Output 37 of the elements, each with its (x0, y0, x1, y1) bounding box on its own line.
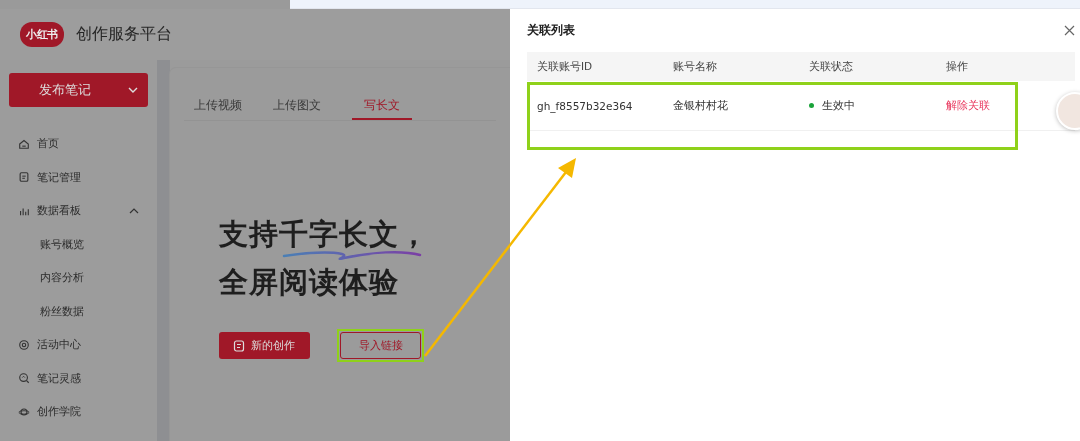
column-header: 操作 (936, 52, 1075, 81)
headline: 支持千字长文， (219, 218, 429, 250)
document-icon (233, 339, 245, 352)
target-icon (18, 338, 30, 351)
publish-button[interactable]: 发布笔记 (9, 73, 148, 107)
app-title: 创作服务平台 (75, 24, 172, 45)
table-cell: 金银村村花 (663, 81, 799, 131)
column-header: 关联账号ID (527, 52, 663, 81)
action-button[interactable]: 导入链接 (340, 332, 421, 359)
close-icon (1064, 25, 1075, 36)
sidebar-subitem[interactable]: 粉丝数据 (0, 294, 157, 328)
drawer-title: 关联列表 (527, 22, 575, 39)
planet-icon (18, 405, 30, 418)
search-icon (18, 372, 30, 385)
table-cell: gh_f8557b32e364 (527, 81, 663, 131)
column-header: 账号名称 (663, 52, 799, 81)
sidebar-subitem[interactable]: 账号概览 (0, 227, 157, 261)
tab[interactable]: 上传图文 (273, 94, 321, 120)
logo: 小红书 (20, 22, 64, 47)
unlink-link[interactable]: 解除关联 (946, 98, 990, 111)
sidebar-subitem[interactable]: 内容分析 (0, 261, 157, 295)
sidebar-item[interactable]: 活动中心 (0, 328, 157, 362)
column-header: 关联状态 (799, 52, 936, 81)
sidebar-item[interactable]: 笔记管理 (0, 160, 157, 194)
sidebar-item[interactable]: 创作学院 (0, 395, 157, 429)
sidebar-item[interactable]: 笔记灵感 (0, 361, 157, 395)
home-icon (18, 137, 30, 150)
sidebar-item[interactable]: 首页 (0, 127, 157, 161)
close-button[interactable] (1064, 25, 1075, 36)
sidebar-item[interactable]: 数据看板 (0, 194, 157, 228)
headline: 全屏阅读体验 (219, 266, 399, 298)
document-icon (18, 171, 30, 184)
tab[interactable]: 上传视频 (194, 94, 242, 120)
status-text: 生效中 (809, 98, 855, 111)
tab[interactable]: 写长文 (352, 94, 412, 120)
action-button[interactable]: 新的创作 (219, 332, 310, 359)
status-dot (809, 103, 814, 108)
